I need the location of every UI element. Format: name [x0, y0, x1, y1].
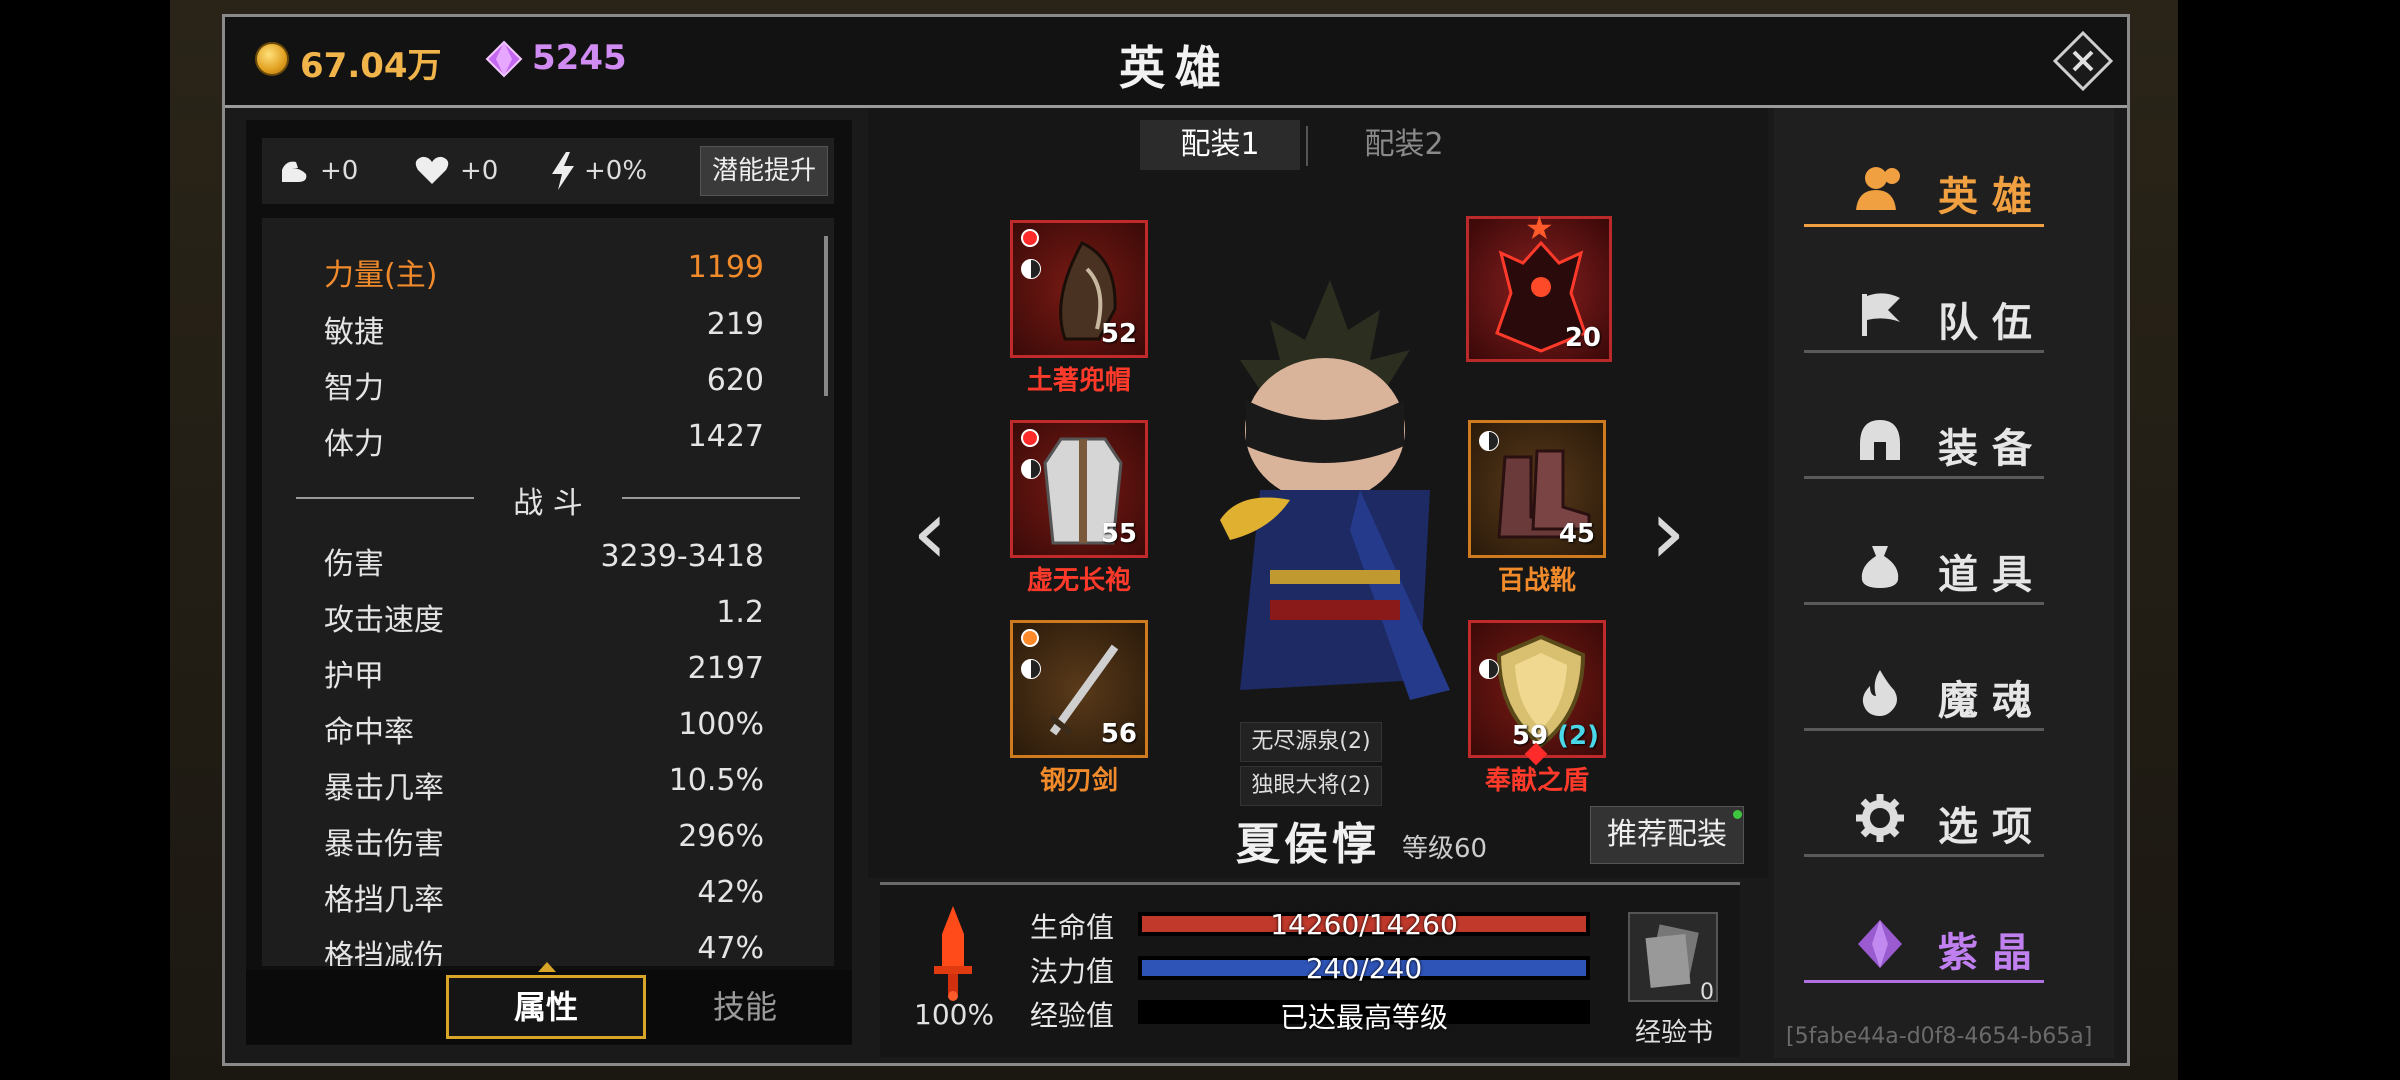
recommend-loadout-button[interactable]: 推荐配装: [1590, 806, 1744, 864]
tab-loadout-2[interactable]: 配装2: [1324, 120, 1484, 170]
nav-item-team[interactable]: 队伍: [1804, 286, 2058, 353]
gold-coin-icon: [255, 42, 289, 76]
hp-value: 14260/14260: [1270, 908, 1458, 941]
exp-label: 经验值: [1030, 999, 1115, 1032]
nav-item-equipment[interactable]: 装备: [1804, 412, 2058, 479]
nav-item-gems[interactable]: 紫晶: [1804, 916, 2058, 983]
nav-item-options[interactable]: 选项: [1804, 790, 2058, 857]
nav-item-soul[interactable]: 魔魂: [1804, 664, 2058, 731]
stat-row: 伤害 3239-3418: [324, 539, 764, 582]
equip-name-helmet: 土著兜帽: [1026, 366, 1131, 396]
orange-gem-icon: [1021, 629, 1039, 647]
might-value: +0: [320, 156, 359, 186]
helmet-icon: [1860, 420, 1900, 460]
stat-row: 护甲 2197: [324, 651, 764, 694]
sword-power-icon: [934, 906, 972, 1001]
yin-yang-icon: [1021, 259, 1041, 279]
nav-item-hero[interactable]: 英雄: [1804, 160, 2058, 227]
yin-yang-icon: [1021, 459, 1041, 479]
potential-upgrade-button[interactable]: 潜能提升: [700, 146, 828, 196]
nav-underline: [1804, 980, 2044, 983]
crystal-icon: [1858, 920, 1902, 968]
stat-row: 格挡几率 42%: [324, 875, 764, 918]
notification-dot: [1733, 810, 1742, 819]
shield-level: 59 (2): [1511, 721, 1599, 751]
red-gem-icon: [1021, 229, 1039, 247]
equip-slot-boots[interactable]: 45: [1468, 420, 1606, 558]
nav-underline: [1804, 728, 2044, 731]
equip-name-shield: 奉献之盾: [1484, 766, 1589, 796]
prev-hero-arrow[interactable]: ‹: [912, 480, 948, 585]
bag-icon: [1861, 546, 1899, 588]
red-gem-icon: [1021, 429, 1039, 447]
gem-amount: 5245: [532, 38, 627, 78]
yin-yang-icon: [1479, 659, 1499, 679]
heart-icon: [415, 156, 449, 184]
active-tab-caret: [538, 962, 556, 972]
tab-skills[interactable]: 技能: [660, 975, 830, 1039]
set-bonus-badge[interactable]: 无尽源泉(2): [1240, 722, 1382, 762]
tab-attributes[interactable]: 属性: [446, 975, 646, 1039]
strength-arm-icon: [282, 161, 307, 182]
equip-slot-weapon[interactable]: 56: [1010, 620, 1148, 758]
stat-list[interactable]: 力量(主) 1199 敏捷 219 智力 620 体力 1427 战 斗 伤害 …: [262, 218, 834, 966]
health-value: +0: [460, 156, 499, 186]
stat-row: 格挡减伤 47%: [324, 931, 764, 966]
mp-label: 法力值: [1030, 955, 1115, 988]
exp-bar: 已达最高等级: [1138, 1000, 1590, 1034]
gem-icon: [485, 40, 523, 78]
stat-row: 攻击速度 1.2: [324, 595, 764, 638]
close-button[interactable]: [2052, 30, 2114, 92]
hero-name: 夏侯惇: [1236, 819, 1380, 870]
tab-divider: [1306, 126, 1308, 166]
hp-label: 生命值: [1030, 911, 1115, 944]
stat-scrollbar[interactable]: [824, 236, 828, 396]
stat-row: 力量(主) 1199: [324, 250, 764, 293]
yin-yang-icon: [1021, 659, 1041, 679]
tab-loadout-1[interactable]: 配装1: [1140, 120, 1300, 170]
stat-row: 体力 1427: [324, 419, 764, 462]
star-icon: ★: [1525, 209, 1554, 247]
equip-name-weapon: 钢刃剑: [1039, 766, 1118, 796]
mp-value: 240/240: [1305, 952, 1423, 985]
hero-level: 等级60: [1402, 834, 1488, 864]
nav-underline: [1804, 476, 2044, 479]
yin-yang-icon: [1479, 431, 1499, 451]
user-id: [5fabe44a-d0f8-4654-b65a]: [1786, 1024, 2093, 1049]
nav-underline: [1804, 350, 2044, 353]
equip-slot-soul[interactable]: ★ 20: [1466, 209, 1612, 362]
nav-underline: [1804, 854, 2044, 857]
exp-value: 已达最高等级: [1279, 1001, 1448, 1034]
lightning-icon: [552, 152, 574, 190]
nav-underline: [1804, 602, 2044, 605]
stat-row: 暴击伤害 296%: [324, 819, 764, 862]
gold-amount: 67.04万: [300, 46, 442, 86]
flag-icon: [1862, 293, 1900, 336]
flame-icon: [1862, 670, 1897, 716]
equip-slot-shield[interactable]: 59 (2): [1468, 620, 1606, 758]
speed-value: +0%: [584, 156, 648, 186]
equip-slot-helmet[interactable]: 52: [1010, 220, 1148, 358]
hp-bar: 14260/14260: [1138, 908, 1590, 941]
page-title: 英雄: [1119, 41, 1231, 95]
equip-slot-armor[interactable]: 55: [1010, 420, 1148, 558]
nav-underline: [1804, 224, 2044, 227]
exp-book-label: 经验书: [1635, 1018, 1714, 1048]
combat-section-title: 战 斗: [513, 486, 583, 521]
power-percent: 100%: [914, 998, 995, 1031]
equip-name-armor: 虚无长袍: [1026, 566, 1131, 596]
gear-icon: [1856, 794, 1904, 842]
set-bonus-badge[interactable]: 独眼大将(2): [1240, 766, 1382, 806]
hero-character: [1220, 280, 1450, 700]
stat-row: 智力 620: [324, 363, 764, 406]
next-hero-arrow[interactable]: ›: [1650, 480, 1686, 585]
stat-row: 暴击几率 10.5%: [324, 763, 764, 806]
nav-item-items[interactable]: 道具: [1804, 538, 2058, 605]
stat-row: 命中率 100%: [324, 707, 764, 750]
hero-icon: [1856, 167, 1900, 210]
exp-book-count: 0: [1700, 980, 1714, 1005]
stat-row: 敏捷 219: [324, 307, 764, 350]
mp-bar: 240/240: [1138, 952, 1590, 985]
